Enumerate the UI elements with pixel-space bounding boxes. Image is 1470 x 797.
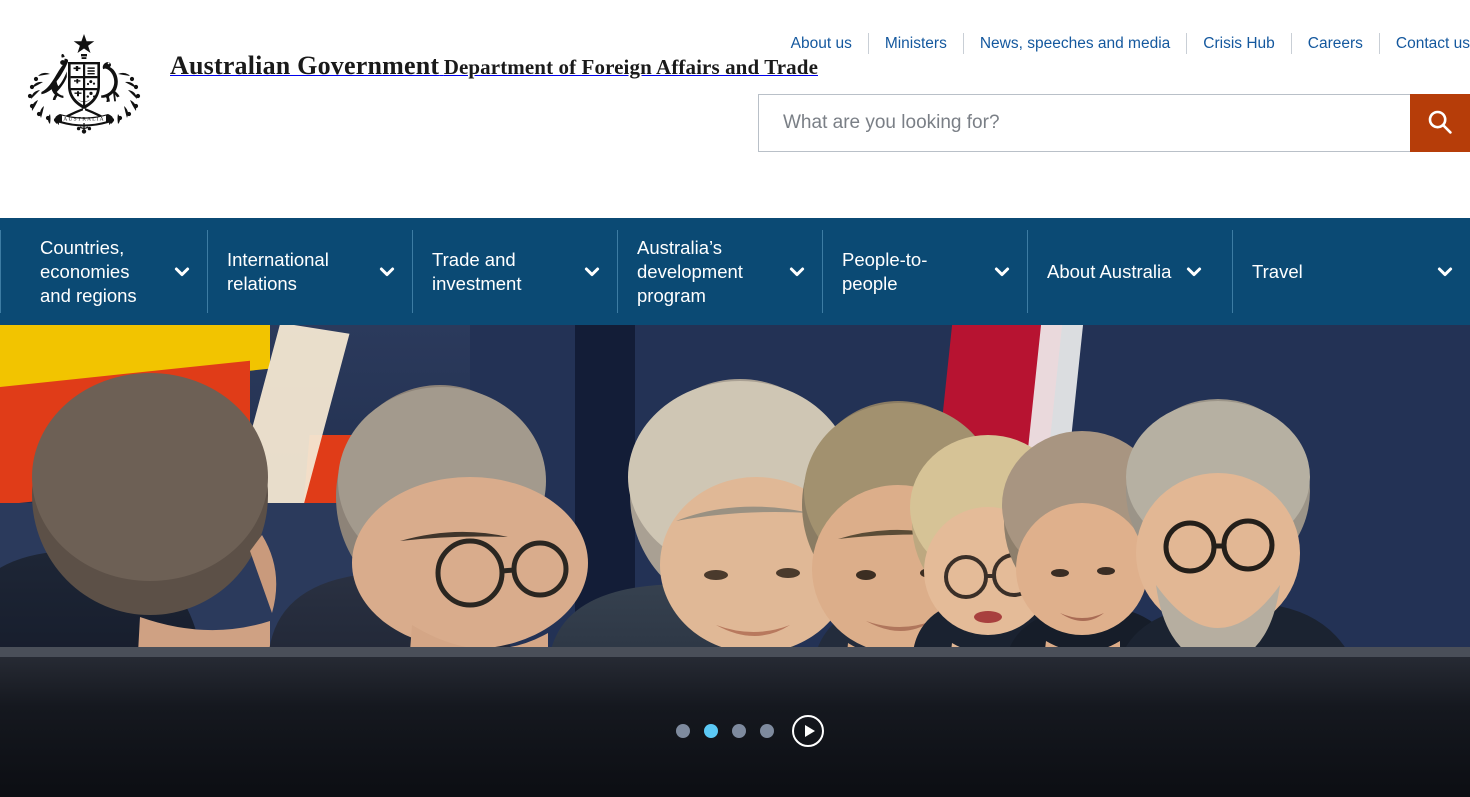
play-icon — [804, 725, 815, 737]
utility-link-careers[interactable]: Careers — [1292, 33, 1379, 54]
commonwealth-coat-of-arms-icon: AUSTRALIA — [20, 30, 148, 134]
hero-carousel — [0, 325, 1470, 797]
nav-item-international-relations[interactable]: International relations — [207, 218, 412, 325]
carousel-controls — [676, 715, 824, 747]
brand-line-department: Department of Foreign Affairs and Trade — [443, 55, 818, 79]
nav-item-label: Trade and investment — [432, 248, 522, 294]
nav-item-label: Australia’s development program — [637, 236, 743, 306]
nav-item-countries-economies-and-regions[interactable]: Countries, economies and regions — [0, 218, 207, 325]
carousel-dot-4[interactable] — [760, 724, 774, 738]
nav-item-travel[interactable]: Travel — [1232, 218, 1470, 325]
utility-link-ministers[interactable]: Ministers — [869, 33, 963, 54]
chevron-down-icon — [378, 263, 396, 281]
chevron-down-icon — [173, 263, 191, 281]
nav-item-label: Countries, economies and regions — [40, 236, 137, 306]
utility-nav: About us Ministers News, speeches and me… — [775, 33, 1470, 54]
search-input[interactable] — [758, 94, 1410, 152]
carousel-dot-2[interactable] — [704, 724, 718, 738]
nav-item-trade-and-investment[interactable]: Trade and investment — [412, 218, 617, 325]
hero-table-edge — [0, 647, 1470, 657]
chevron-down-icon — [788, 263, 806, 281]
utility-link-contact-us[interactable]: Contact us — [1380, 33, 1470, 54]
chevron-down-icon — [583, 263, 601, 281]
carousel-dot-1[interactable] — [676, 724, 690, 738]
carousel-play-button[interactable] — [792, 715, 824, 747]
nav-item-label: About Australia — [1047, 260, 1172, 282]
nav-item-label: Travel — [1252, 260, 1303, 282]
brand-line-australian-government: Australian Government — [170, 51, 440, 80]
brand-text: Australian Government Department of Fore… — [170, 30, 818, 79]
site-logo-link[interactable]: AUSTRALIA Australian Government Departme… — [20, 30, 818, 134]
chevron-down-icon — [993, 263, 1011, 281]
utility-link-news-speeches-and-media[interactable]: News, speeches and media — [964, 33, 1186, 54]
dfat-homepage: AUSTRALIA Australian Government Departme… — [0, 0, 1470, 797]
utility-link-crisis-hub[interactable]: Crisis Hub — [1187, 33, 1290, 54]
nav-item-label: People-to-people — [842, 248, 928, 294]
nav-item-label: International relations — [227, 248, 329, 294]
chevron-down-icon — [1436, 263, 1454, 281]
nav-item-people-to-people[interactable]: People-to-people — [822, 218, 1027, 325]
search-button[interactable] — [1410, 94, 1470, 152]
nav-item-australias-development-program[interactable]: Australia’s development program — [617, 218, 822, 325]
nav-item-about-australia[interactable]: About Australia — [1027, 218, 1232, 325]
search-icon — [1425, 107, 1455, 140]
svg-text:AUSTRALIA: AUSTRALIA — [63, 117, 105, 123]
primary-nav: Countries, economies and regions Interna… — [0, 218, 1470, 325]
utility-link-about-us[interactable]: About us — [775, 33, 868, 54]
carousel-dot-3[interactable] — [732, 724, 746, 738]
site-header: AUSTRALIA Australian Government Departme… — [0, 0, 1470, 218]
site-search-form — [758, 94, 1470, 152]
chevron-down-icon — [1185, 263, 1203, 281]
